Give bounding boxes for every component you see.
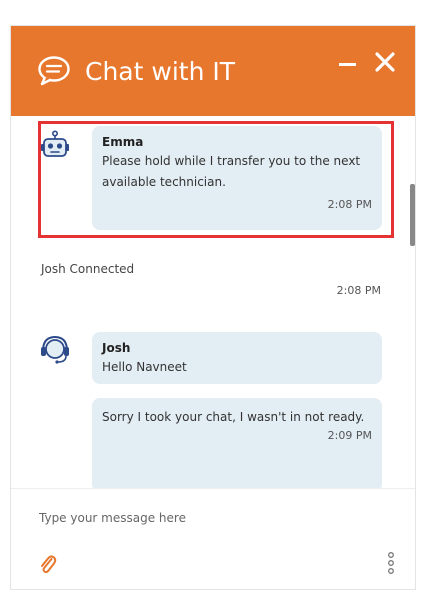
message-time: 2:09 PM — [327, 429, 372, 442]
minimize-button[interactable] — [337, 54, 359, 76]
chat-bubble-icon — [37, 56, 71, 86]
scrollbar-thumb[interactable] — [410, 184, 415, 246]
system-message: Josh Connected — [41, 262, 135, 276]
minimize-icon — [339, 63, 356, 66]
sender-name: Josh — [102, 341, 131, 355]
close-button[interactable] — [373, 50, 397, 74]
message-bubble-josh-1: Josh Hello Navneet — [92, 332, 382, 384]
chat-header: Chat with IT — [11, 26, 415, 116]
more-options-button[interactable] — [385, 551, 397, 575]
message-text: Hello Navneet — [102, 360, 187, 374]
message-input[interactable] — [39, 507, 379, 529]
highlight-box — [38, 121, 394, 238]
paperclip-icon — [41, 555, 57, 574]
system-message-time: 2:08 PM — [336, 284, 381, 297]
chat-window: Chat with IT Emma Please hold while I tr… — [10, 25, 416, 590]
chat-title: Chat with IT — [85, 57, 235, 86]
headset-agent-icon — [39, 334, 71, 366]
message-list[interactable]: Emma Please hold while I transfer you to… — [11, 116, 415, 488]
attach-button[interactable] — [39, 553, 57, 575]
composer — [11, 488, 415, 589]
close-icon — [375, 52, 395, 72]
message-text: Sorry I took your chat, I wasn't in not … — [102, 410, 365, 424]
message-bubble-josh-2: Sorry I took your chat, I wasn't in not … — [92, 398, 382, 488]
vertical-dots-icon — [388, 552, 394, 574]
